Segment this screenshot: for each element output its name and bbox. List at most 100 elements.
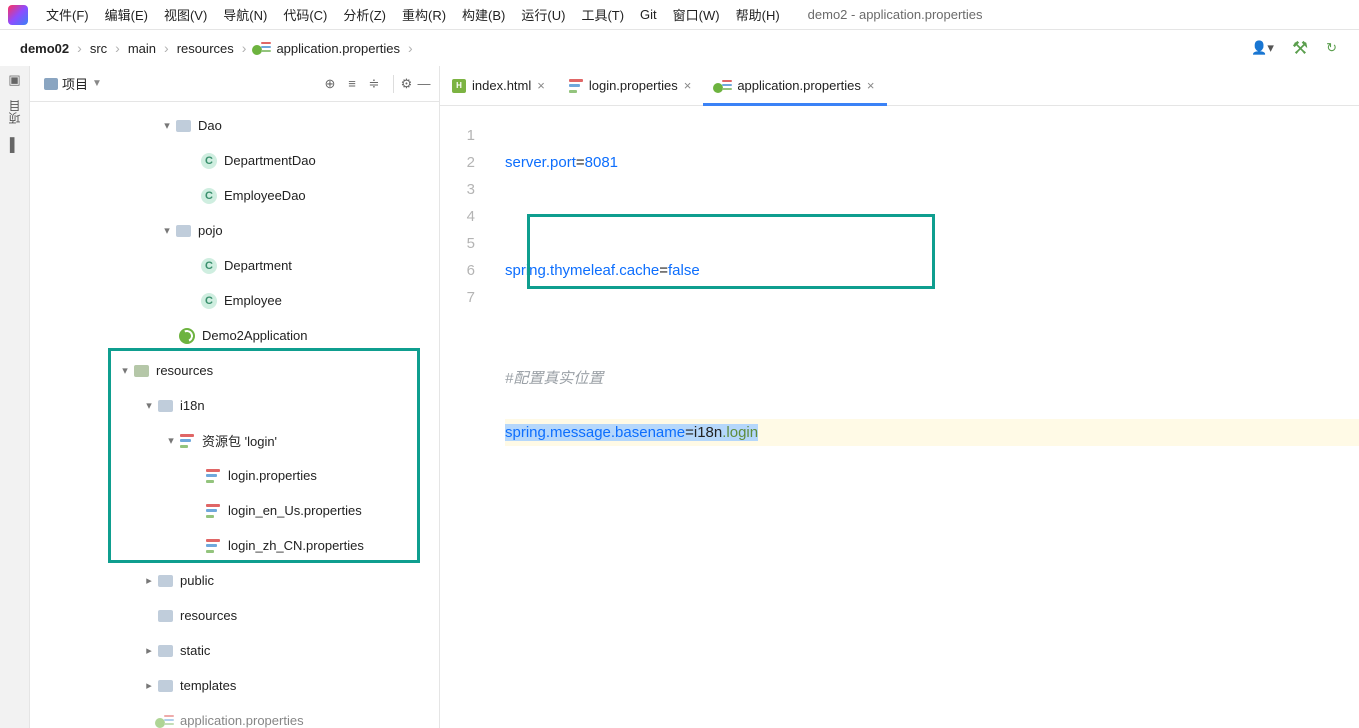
- menu-analyze[interactable]: 分析(Z): [335, 1, 394, 28]
- tree-folder-resources[interactable]: ▾resources: [30, 353, 439, 388]
- build-hammer-icon[interactable]: ⚒: [1292, 38, 1308, 59]
- tree-folder-dao[interactable]: ▾Dao: [30, 108, 439, 143]
- class-icon: C: [201, 188, 217, 204]
- menu-refactor[interactable]: 重构(R): [394, 1, 454, 28]
- menubar: 文件(F) 编辑(E) 视图(V) 导航(N) 代码(C) 分析(Z) 重构(R…: [0, 0, 1359, 30]
- menu-view[interactable]: 视图(V): [156, 1, 215, 28]
- project-view-selector[interactable]: 项目 ▼: [36, 70, 110, 97]
- tree-class[interactable]: CDepartment: [30, 248, 439, 283]
- collapse-all-icon[interactable]: ≑: [365, 75, 383, 93]
- tab-index-html[interactable]: Hindex.html×: [440, 66, 557, 105]
- tree-properties-file[interactable]: login_zh_CN.properties: [30, 528, 439, 563]
- left-tool-stripe: ▣ 项目 ▌: [0, 66, 30, 728]
- class-icon: C: [201, 153, 217, 169]
- editor-tabs: Hindex.html× login.properties× applicati…: [440, 66, 1359, 106]
- breadcrumb-resources[interactable]: resources: [169, 41, 242, 56]
- tree-class[interactable]: CDepartmentDao: [30, 143, 439, 178]
- breadcrumb-src[interactable]: src: [82, 41, 115, 56]
- html-file-icon: H: [452, 79, 466, 93]
- properties-icon: [206, 539, 220, 553]
- folder-icon: [176, 225, 191, 237]
- menu-file[interactable]: 文件(F): [38, 1, 97, 28]
- tree-folder-public[interactable]: ▸public: [30, 563, 439, 598]
- tree-folder-i18n[interactable]: ▾i18n: [30, 388, 439, 423]
- chevron-right-icon: ▸: [142, 679, 156, 692]
- ide-logo-icon: [8, 5, 28, 25]
- properties-icon: [206, 504, 220, 518]
- user-dropdown-icon[interactable]: 👤▾: [1251, 40, 1274, 56]
- project-panel: 项目 ▼ ⊕ ≡ ≑ ⚙ — ▾Dao CDepartmentDao CEmpl…: [30, 66, 440, 728]
- editor-area: Hindex.html× login.properties× applicati…: [440, 66, 1359, 728]
- line-number-gutter: 1234567: [440, 106, 485, 728]
- folder-icon: [158, 645, 173, 657]
- chevron-down-icon: ▾: [160, 119, 174, 132]
- code-content[interactable]: server.port=8081 spring.thymeleaf.cache=…: [485, 106, 1359, 728]
- breadcrumb-root[interactable]: demo02: [12, 41, 77, 56]
- chevron-down-icon: ▾: [142, 399, 156, 412]
- chevron-down-icon: ▼: [92, 78, 102, 89]
- menu-help[interactable]: 帮助(H): [728, 1, 788, 28]
- project-tree[interactable]: ▾Dao CDepartmentDao CEmployeeDao ▾pojo C…: [30, 102, 439, 728]
- menu-build[interactable]: 构建(B): [454, 1, 513, 28]
- tree-properties-file[interactable]: login_en_Us.properties: [30, 493, 439, 528]
- menu-code[interactable]: 代码(C): [275, 1, 335, 28]
- breadcrumb-file[interactable]: application.properties: [246, 40, 408, 56]
- chevron-down-icon: ▾: [160, 224, 174, 237]
- tab-login-properties[interactable]: login.properties×: [557, 66, 703, 105]
- window-title: demo2 - application.properties: [808, 7, 983, 22]
- expand-all-icon[interactable]: ≡: [343, 75, 361, 93]
- tree-spring-app[interactable]: Demo2Application: [30, 318, 439, 353]
- close-icon[interactable]: ×: [537, 78, 545, 93]
- class-icon: C: [201, 293, 217, 309]
- tree-application-properties[interactable]: application.properties: [30, 703, 439, 728]
- project-tool-icon[interactable]: ▣: [7, 72, 23, 88]
- folder-icon: [176, 120, 191, 132]
- properties-icon: [206, 469, 220, 483]
- tree-resource-bundle[interactable]: ▾资源包 'login': [30, 423, 439, 458]
- folder-icon: [44, 78, 58, 90]
- tree-class[interactable]: CEmployeeDao: [30, 178, 439, 213]
- tree-folder-pojo[interactable]: ▾pojo: [30, 213, 439, 248]
- bookmarks-tool-icon[interactable]: ▌: [7, 136, 23, 152]
- close-icon[interactable]: ×: [684, 78, 692, 93]
- tree-folder-resources2[interactable]: resources: [30, 598, 439, 633]
- folder-icon: [158, 680, 173, 692]
- properties-icon: [569, 79, 583, 93]
- class-icon: C: [201, 258, 217, 274]
- code-editor[interactable]: 1234567 server.port=8081 spring.thymelea…: [440, 106, 1359, 728]
- tree-class[interactable]: CEmployee: [30, 283, 439, 318]
- chevron-down-icon: ▾: [118, 364, 132, 377]
- spring-properties-icon: [254, 40, 270, 56]
- breadcrumb: demo02› src› main› resources› applicatio…: [0, 30, 1359, 66]
- breadcrumb-main[interactable]: main: [120, 41, 164, 56]
- menu-tools[interactable]: 工具(T): [573, 1, 632, 28]
- select-opened-file-icon[interactable]: ⊕: [321, 75, 339, 93]
- menu-window[interactable]: 窗口(W): [665, 1, 728, 28]
- folder-icon: [158, 575, 173, 587]
- menu-navigate[interactable]: 导航(N): [215, 1, 275, 28]
- hide-panel-icon[interactable]: —: [415, 75, 433, 93]
- tab-application-properties[interactable]: application.properties×: [703, 66, 886, 105]
- settings-gear-icon[interactable]: ⚙: [393, 75, 411, 93]
- menu-edit[interactable]: 编辑(E): [97, 1, 156, 28]
- resource-bundle-icon: [180, 434, 194, 448]
- resources-folder-icon: [134, 365, 149, 377]
- folder-icon: [158, 400, 173, 412]
- folder-icon: [158, 610, 173, 622]
- project-toolbar: 项目 ▼ ⊕ ≡ ≑ ⚙ —: [30, 66, 439, 102]
- spring-properties-icon: [715, 78, 731, 94]
- tree-folder-templates[interactable]: ▸templates: [30, 668, 439, 703]
- chevron-right-icon: ▸: [142, 574, 156, 587]
- menu-git[interactable]: Git: [632, 3, 665, 26]
- run-reload-icon[interactable]: ↻: [1326, 40, 1337, 56]
- project-tool-label[interactable]: 项目: [6, 100, 23, 124]
- spring-properties-icon: [157, 713, 173, 728]
- chevron-right-icon: ▸: [142, 644, 156, 657]
- spring-boot-icon: [179, 328, 195, 344]
- chevron-right-icon: ›: [408, 40, 413, 56]
- tree-folder-static[interactable]: ▸static: [30, 633, 439, 668]
- close-icon[interactable]: ×: [867, 78, 875, 93]
- tree-properties-file[interactable]: login.properties: [30, 458, 439, 493]
- menu-run[interactable]: 运行(U): [513, 1, 573, 28]
- chevron-down-icon: ▾: [164, 434, 178, 447]
